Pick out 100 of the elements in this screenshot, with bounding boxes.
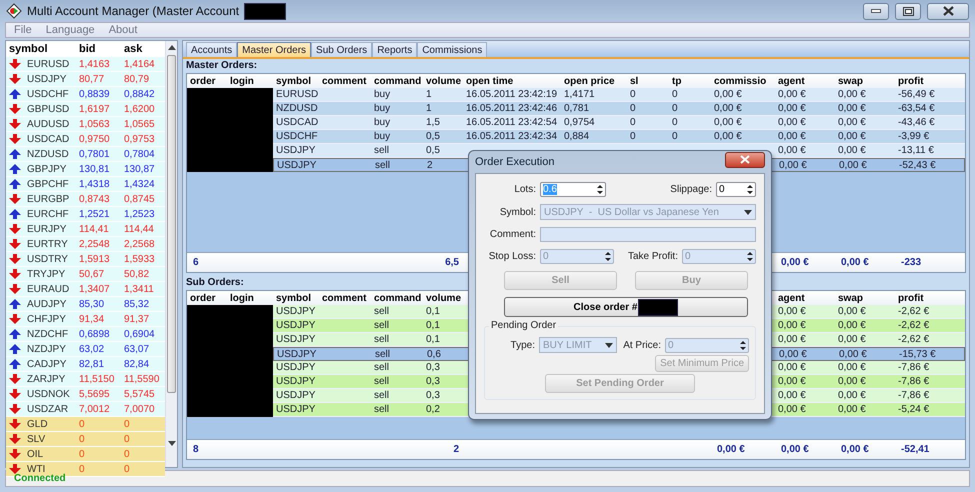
table-cell-text: 0,00 €	[837, 103, 867, 114]
ask-cell-text: 80,79	[123, 74, 150, 84]
table-cell-text: 0,00 €	[837, 320, 867, 331]
symbol-text: USDCHF	[27, 88, 69, 100]
table-cell-text: -15,73 €	[898, 348, 937, 360]
table-cell-text: 0	[629, 117, 637, 128]
table-cell-text: -5,24 €	[897, 404, 930, 415]
bid-cell-text: 91,34	[78, 314, 106, 324]
summary-cell-text: 0,00 €	[840, 444, 870, 455]
table-cell-text: 0,00 €	[837, 89, 867, 100]
table-cell-text: -7,86 €	[897, 362, 930, 373]
ask-cell-text: 0,9753	[123, 134, 156, 144]
ask-cell-text: 0,7804	[123, 148, 156, 160]
symbol-text: CHFJPY	[27, 314, 66, 324]
field-label: Comment:	[488, 229, 537, 240]
field-label: Slippage:	[670, 184, 713, 195]
table-cell-text: 0,00 €	[837, 306, 867, 317]
table-cell-text: USDCHF	[275, 131, 319, 142]
ask-cell-text: 130,87	[123, 164, 156, 174]
window-title: Multi Account Manager (Master Account	[27, 4, 240, 18]
table-cell-text: -13,11 €	[897, 145, 935, 156]
bid-cell-text: 1,0563	[78, 118, 111, 130]
bid-cell-text: 1,6197	[78, 104, 111, 114]
table-cell-text: 0,00 €	[778, 348, 808, 360]
table-cell-text: 0,3	[425, 390, 441, 401]
ask-cell-text: 1,5933	[123, 254, 156, 264]
bid-cell-text: 1,2521	[78, 208, 111, 220]
table-cell-text: 16.05.2011 23:42:19	[465, 89, 558, 100]
table-cell-text: 0	[671, 89, 679, 100]
bid-cell-text: 50,67	[78, 268, 106, 280]
section-title: Sub Orders:	[186, 277, 244, 289]
table-cell-text: sell	[373, 376, 390, 387]
table-cell-text: 0,00 €	[777, 131, 807, 142]
table-cell-text: -2,62 €	[897, 334, 930, 345]
table-cell-text: 0,00 €	[777, 334, 807, 345]
table-cell-text: 0,5	[425, 131, 441, 142]
table-cell-text: 0,00 €	[837, 404, 867, 415]
ask-cell-text: 11,5590	[123, 374, 160, 384]
symbol-text: CADJPY	[27, 358, 66, 370]
table-cell-text: 0,3	[425, 376, 441, 387]
table-cell-text: 0,00 €	[777, 320, 807, 331]
table-cell-text: sell	[373, 334, 390, 345]
table-cell-text: USDJPY	[275, 306, 316, 317]
bid-cell-text: 0	[78, 418, 86, 430]
ask-cell-text: 1,4324	[123, 178, 156, 190]
table-cell-text: 0,00 €	[837, 145, 867, 156]
table-cell-text: sell	[374, 160, 392, 170]
table-cell-text: 2	[426, 160, 434, 170]
table-cell-text: USDJPY	[276, 348, 318, 360]
summary-cell-text: 0,00 €	[840, 257, 870, 268]
table-cell-text: -43,46 €	[897, 117, 936, 128]
table-cell-text: buy	[373, 117, 392, 128]
ask-cell-text: 63,07	[123, 344, 150, 354]
bid-cell-text: 0,8839	[78, 88, 111, 100]
table-cell-text: USDJPY	[275, 390, 316, 401]
table-cell-text: 0,00 €	[777, 390, 807, 401]
field-label: At Price:	[623, 340, 662, 350]
table-cell-text: USDJPY	[275, 404, 316, 415]
table-cell-text: 0,00 €	[837, 334, 867, 345]
field-label: Take Profit:	[628, 251, 679, 262]
table-cell-text: 0	[629, 89, 637, 100]
table-cell-text: 0,884	[563, 131, 590, 142]
bid-cell-text: 5,5695	[78, 388, 111, 400]
table-cell-text: 0,2	[425, 404, 441, 415]
field-label: Symbol:	[498, 206, 537, 218]
ask-cell-text: 1,6200	[123, 104, 156, 114]
symbol-text: GBPJPY	[27, 164, 66, 174]
table-cell-text: 0,6	[426, 348, 442, 360]
table-cell-text: 1	[425, 103, 433, 114]
table-cell-text: 0,00 €	[713, 117, 743, 128]
table-cell-text: 0,00 €	[837, 131, 867, 142]
bid-cell-text: 1,5913	[78, 254, 111, 264]
group-title: Pending Order	[489, 320, 558, 331]
table-cell-text: sell	[373, 306, 390, 317]
symbol-text: GBPUSD	[27, 104, 70, 114]
table-cell-text: 0	[629, 103, 637, 114]
table-cell-text: 0,00 €	[837, 117, 867, 128]
table-cell-text: -2,62 €	[897, 320, 930, 331]
summary-cell-text: 6,5	[444, 257, 460, 268]
bid-cell-text: 0	[78, 434, 86, 444]
symbol-text: EURGBP	[27, 194, 70, 204]
table-cell-text: USDCAD	[275, 117, 319, 128]
ask-cell-text: 1,3411	[123, 284, 155, 294]
summary-cell-text: -52,41	[900, 444, 930, 455]
table-cell-text: buy	[373, 103, 392, 114]
ask-cell-text: 114,44	[123, 224, 155, 234]
summary-cell-text: -233	[900, 257, 922, 268]
bid-cell-text: 1,3407	[78, 284, 111, 294]
symbol-text: NZDUSD	[27, 148, 69, 160]
table-cell-text: 1	[425, 89, 433, 100]
table-cell-text: 0,00 €	[777, 103, 807, 114]
table-cell-text: USDJPY	[275, 320, 316, 331]
table-cell-text: USDJPY	[276, 160, 318, 170]
table-cell-text: 0,00 €	[777, 306, 807, 317]
table-cell-text: 16.05.2011 23:42:34	[465, 131, 558, 142]
ask-cell-text: 0	[123, 448, 131, 460]
symbol-text: AUDUSD	[27, 118, 70, 130]
symbol-text: TRYJPY	[27, 268, 66, 280]
table-cell-text: sell	[374, 348, 392, 360]
table-cell-text: -3,99 €	[897, 131, 930, 142]
